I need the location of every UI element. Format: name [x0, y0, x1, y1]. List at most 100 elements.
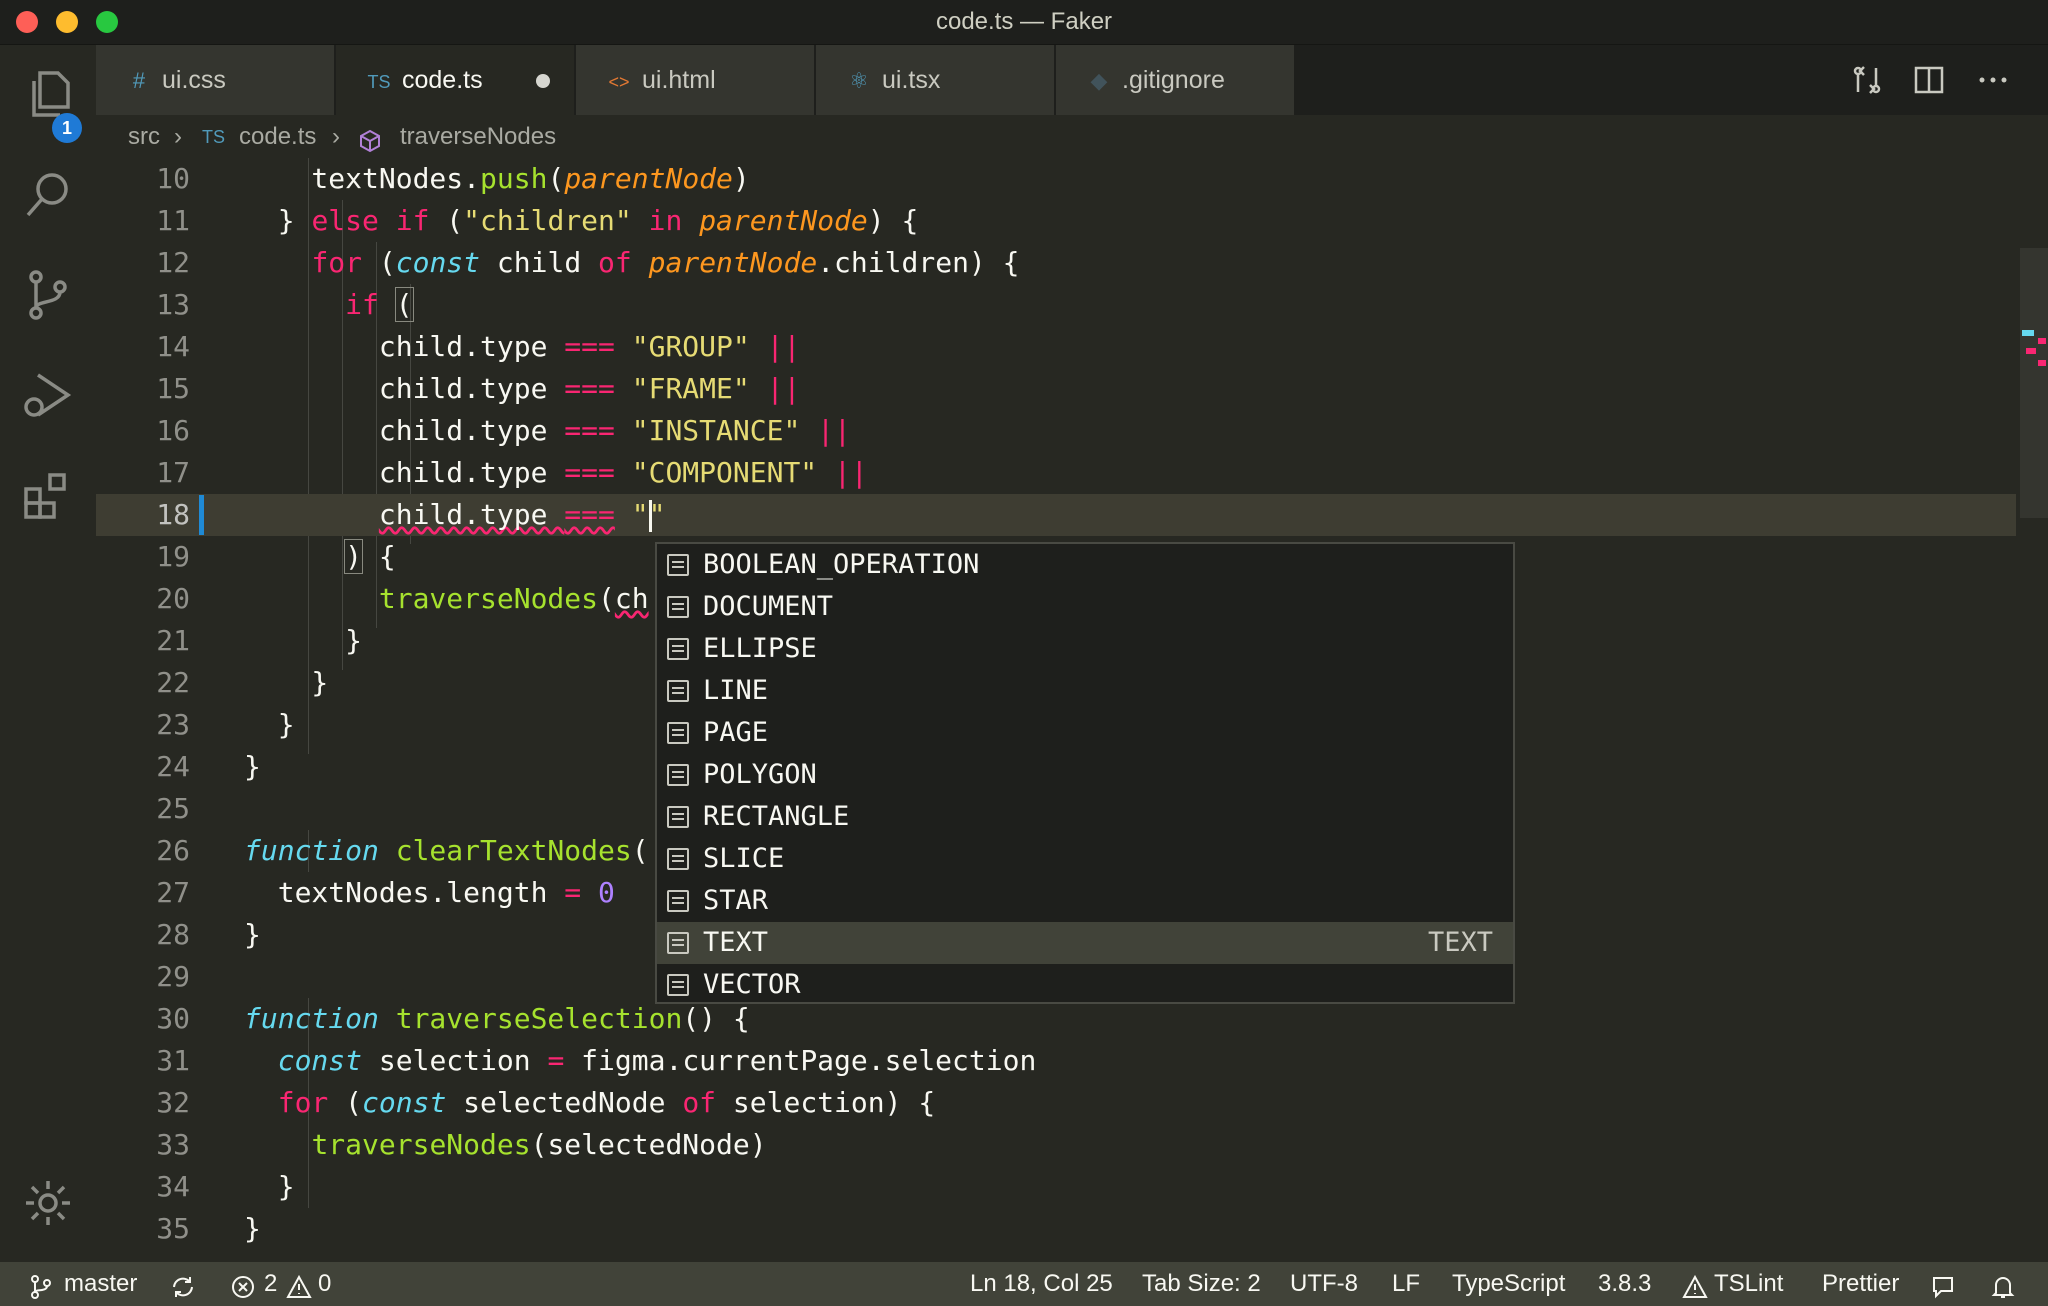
- suggestion-item[interactable]: PAGE: [657, 712, 1513, 754]
- status-cursor-position[interactable]: Ln 18, Col 25: [970, 1262, 1113, 1306]
- code-line: 11 } else if ("children" in parentNode) …: [96, 200, 2016, 242]
- status-indentation[interactable]: Tab Size: 2: [1142, 1262, 1261, 1306]
- line-text: } else if ("children" in parentNode) {: [244, 204, 919, 237]
- tab-code-ts[interactable]: TS code.ts: [336, 45, 574, 115]
- line-text: for (const selectedNode of selection) {: [277, 1086, 936, 1119]
- typescript-file-icon: TS: [202, 127, 226, 147]
- tab-label: ui.css: [162, 66, 226, 94]
- extensions-button[interactable]: [20, 467, 76, 523]
- sync-icon[interactable]: [170, 1271, 196, 1297]
- suggestion-detail: TEXT: [1427, 927, 1493, 958]
- tab-label: ui.tsx: [882, 66, 941, 94]
- enum-member-icon: [667, 596, 689, 618]
- status-warnings[interactable]: 0: [318, 1262, 331, 1306]
- run-debug-icon: [24, 373, 72, 417]
- line-text: child.type === "INSTANCE" ||: [244, 414, 851, 447]
- suggestion-label: TEXT: [703, 927, 769, 958]
- line-number: 28: [156, 918, 190, 951]
- breadcrumb-folder[interactable]: src: [128, 116, 160, 158]
- suggestion-item[interactable]: POLYGON: [657, 754, 1513, 796]
- tab-ui-css[interactable]: # ui.css: [96, 45, 334, 115]
- line-text: ) {: [344, 539, 396, 574]
- tab-label: .gitignore: [1122, 66, 1225, 94]
- split-editor-button[interactable]: [1912, 63, 1946, 97]
- line-number: 21: [156, 624, 190, 657]
- search-button[interactable]: [20, 167, 76, 223]
- enum-member-icon: [667, 890, 689, 912]
- status-linter[interactable]: TSLint: [1714, 1262, 1783, 1306]
- suggestion-item[interactable]: SLICE: [657, 838, 1513, 880]
- status-encoding[interactable]: UTF-8: [1290, 1262, 1358, 1306]
- status-ts-version[interactable]: 3.8.3: [1598, 1262, 1651, 1306]
- more-actions-button[interactable]: [1976, 63, 2010, 97]
- line-text: child.type === "FRAME" ||: [244, 372, 801, 405]
- bell-icon[interactable]: [1990, 1271, 2016, 1298]
- code-line: 32 for (const selectedNode of selection)…: [96, 1082, 2016, 1124]
- search-icon: [26, 173, 68, 217]
- tab-ui-tsx[interactable]: ⚛ ui.tsx: [816, 45, 1054, 115]
- status-bar: master 2 0 Ln 18, Col 25 Tab Size: 2 UTF…: [0, 1262, 2048, 1306]
- line-number: 12: [156, 246, 190, 279]
- suggestion-item-selected[interactable]: TEXT TEXT: [657, 922, 1513, 964]
- settings-gear-icon: [26, 1181, 70, 1225]
- title-bar: code.ts — Faker: [0, 0, 2048, 45]
- more-actions-icon: [1979, 77, 2007, 83]
- code-line: 15 child.type === "FRAME" ||: [96, 368, 2016, 410]
- minimap-mark: [2038, 338, 2046, 344]
- explorer-button[interactable]: 1: [20, 65, 82, 143]
- line-text: child.type === "": [378, 498, 666, 532]
- breadcrumb-file[interactable]: code.ts: [239, 116, 316, 158]
- line-number: 32: [156, 1086, 190, 1119]
- status-branch[interactable]: master: [64, 1262, 137, 1306]
- feedback-icon[interactable]: [1930, 1271, 1956, 1299]
- vscode-window: code.ts — Faker 1 # ui.css TS code.ts <>…: [0, 0, 2048, 1306]
- suggestion-label: VECTOR: [703, 969, 801, 1000]
- status-language[interactable]: TypeScript: [1452, 1262, 1565, 1306]
- suggestion-item[interactable]: VECTOR: [657, 964, 1513, 1006]
- line-text: }: [244, 750, 261, 783]
- suggestion-item[interactable]: LINE: [657, 670, 1513, 712]
- minimap-mark: [2022, 330, 2034, 336]
- run-debug-button[interactable]: [20, 367, 76, 423]
- breadcrumb-symbol[interactable]: traverseNodes: [400, 116, 556, 158]
- source-control-button[interactable]: [20, 267, 76, 323]
- minimap-slider[interactable]: [2020, 248, 2048, 518]
- line-number: 20: [156, 582, 190, 615]
- line-number: 16: [156, 414, 190, 447]
- suggestion-item[interactable]: BOOLEAN_OPERATION: [657, 544, 1513, 586]
- suggestion-item[interactable]: DOCUMENT: [657, 586, 1513, 628]
- symbol-method-icon: [358, 125, 382, 153]
- tab-label: code.ts: [402, 66, 483, 94]
- suggestion-item[interactable]: RECTANGLE: [657, 796, 1513, 838]
- line-number: 11: [156, 204, 190, 237]
- status-errors[interactable]: 2: [264, 1262, 277, 1306]
- enum-member-icon: [667, 638, 689, 660]
- line-number: 30: [156, 1002, 190, 1035]
- line-text: const selection = figma.currentPage.sele…: [277, 1044, 1037, 1077]
- line-number: 27: [156, 876, 190, 909]
- warning-icon: [1682, 1271, 1708, 1298]
- tab-ui-html[interactable]: <> ui.html: [576, 45, 814, 115]
- unsaved-dot-icon[interactable]: [536, 74, 550, 88]
- extensions-icon: [24, 473, 66, 519]
- suggestion-label: ELLIPSE: [703, 633, 817, 664]
- status-eol[interactable]: LF: [1392, 1262, 1420, 1306]
- code-line: 31 const selection = figma.currentPage.s…: [96, 1040, 2016, 1082]
- enum-member-icon: [667, 848, 689, 870]
- suggestion-item[interactable]: STAR: [657, 880, 1513, 922]
- tab-label: ui.html: [642, 66, 716, 94]
- status-formatter[interactable]: Prettier: [1822, 1262, 1899, 1306]
- line-text: traverseNodes(selectedNode): [311, 1128, 767, 1161]
- git-file-icon: ◆: [1090, 68, 1108, 93]
- line-text: }: [244, 624, 363, 657]
- tab-gitignore[interactable]: ◆ .gitignore: [1056, 45, 1294, 115]
- compare-changes-button[interactable]: [1850, 63, 1884, 97]
- suggestion-item[interactable]: ELLIPSE: [657, 628, 1513, 670]
- line-number: 26: [156, 834, 190, 867]
- compare-changes-icon: [1853, 66, 1881, 94]
- line-text: }: [244, 918, 261, 951]
- line-number: 34: [156, 1170, 190, 1203]
- line-number: 15: [156, 372, 190, 405]
- enum-member-icon: [667, 722, 689, 744]
- manage-button[interactable]: [20, 1175, 76, 1231]
